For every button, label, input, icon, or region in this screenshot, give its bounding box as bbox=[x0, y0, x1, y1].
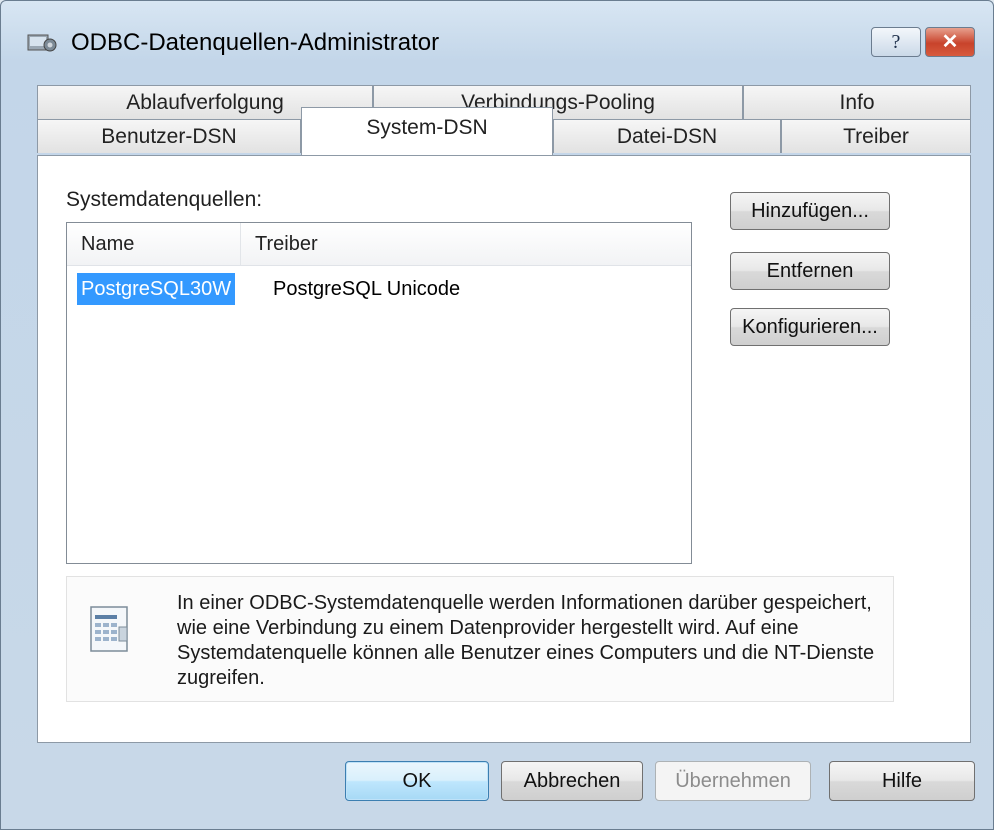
group-label: Systemdatenquellen: bbox=[66, 188, 263, 211]
row-driver-cell[interactable]: PostgreSQL Unicode bbox=[273, 273, 460, 305]
close-button[interactable]: ✕ bbox=[925, 27, 975, 57]
info-text: In einer ODBC-Systemdatenquelle werden I… bbox=[177, 592, 875, 689]
remove-button[interactable]: Entfernen bbox=[730, 252, 890, 290]
tab-benutzer-dsn[interactable]: Benutzer-DSN bbox=[37, 119, 301, 153]
column-header-name[interactable]: Name bbox=[67, 223, 241, 265]
title-bar[interactable]: ODBC-Datenquellen-Administrator ? ✕ bbox=[1, 1, 993, 81]
help-caption-button[interactable]: ? bbox=[871, 27, 921, 57]
datasource-list[interactable]: Name Treiber PostgreSQL30W PostgreSQL Un… bbox=[66, 222, 692, 564]
add-button[interactable]: Hinzufügen... bbox=[730, 192, 890, 230]
database-document-icon bbox=[90, 606, 128, 652]
apply-button[interactable]: Übernehmen bbox=[655, 761, 811, 801]
table-row[interactable]: PostgreSQL30W PostgreSQL Unicode bbox=[67, 273, 691, 305]
window-title: ODBC-Datenquellen-Administrator bbox=[71, 29, 440, 56]
tab-system-dsn[interactable]: System-DSN bbox=[301, 107, 553, 155]
system-dsn-panel: Systemdatenquellen: Name Treiber Postgre… bbox=[37, 155, 971, 743]
close-icon: ✕ bbox=[941, 31, 959, 53]
odbc-dialog-window: ODBC-Datenquellen-Administrator ? ✕ Abla… bbox=[0, 0, 994, 830]
row-name-cell[interactable]: PostgreSQL30W bbox=[77, 273, 236, 305]
configure-button[interactable]: Konfigurieren... bbox=[730, 308, 890, 346]
odbc-admin-icon bbox=[27, 34, 57, 52]
info-box: In einer ODBC-Systemdatenquelle werden I… bbox=[66, 576, 894, 702]
cancel-button[interactable]: Abbrechen bbox=[501, 761, 643, 801]
column-header-driver[interactable]: Treiber bbox=[241, 223, 691, 265]
help-icon: ? bbox=[891, 31, 901, 53]
tab-treiber[interactable]: Treiber bbox=[781, 119, 971, 153]
help-button[interactable]: Hilfe bbox=[829, 761, 975, 801]
tab-datei-dsn[interactable]: Datei-DSN bbox=[553, 119, 781, 153]
list-header: Name Treiber bbox=[67, 223, 691, 266]
ok-button[interactable]: OK bbox=[345, 761, 489, 801]
tab-info[interactable]: Info bbox=[743, 85, 971, 119]
